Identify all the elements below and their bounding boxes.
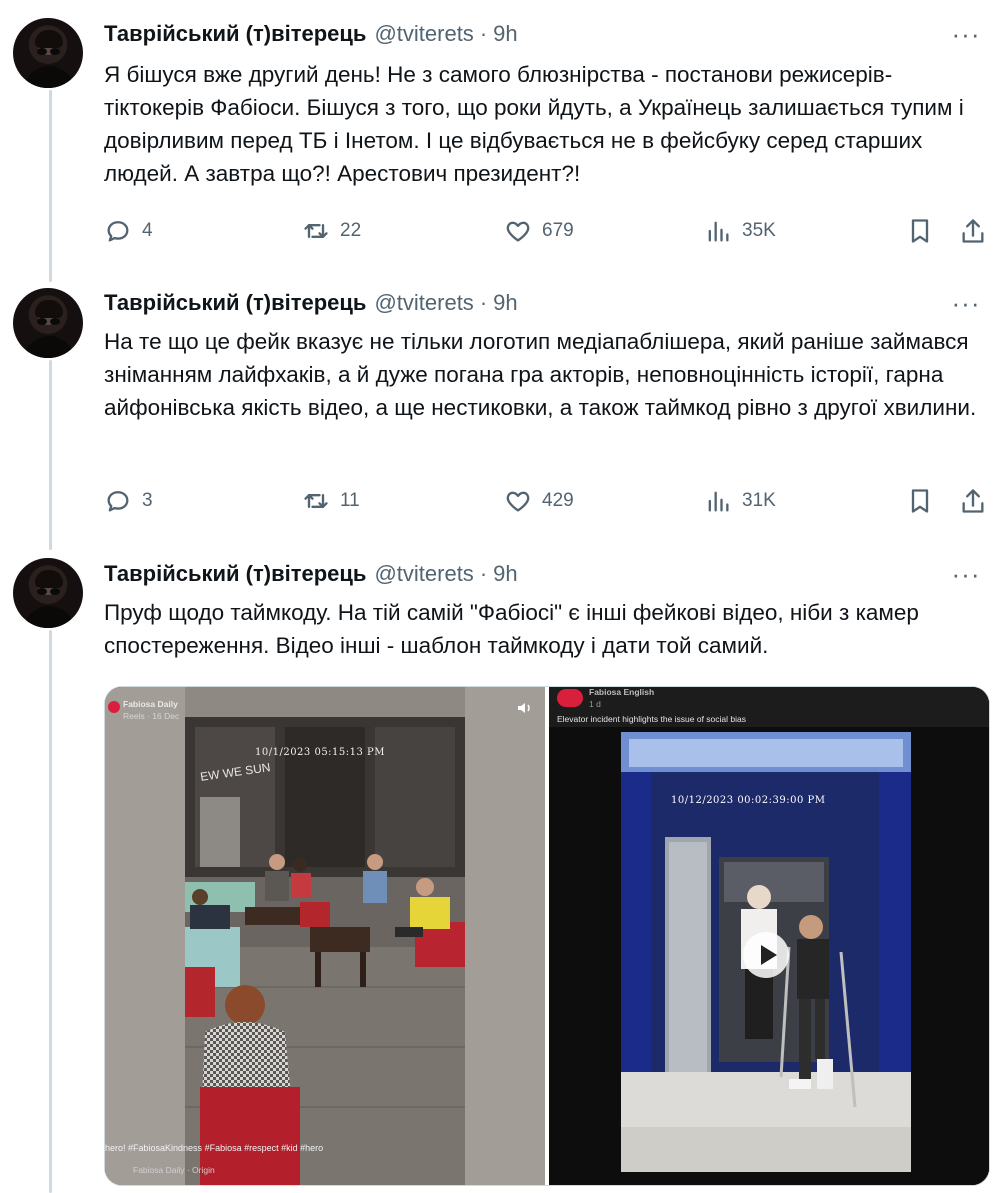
bookmark-icon (911, 489, 929, 513)
author-name[interactable]: Таврійський (т)вітерець (104, 561, 366, 587)
separator: · (479, 290, 488, 315)
share-button[interactable] (959, 481, 987, 521)
bookmark-button[interactable] (906, 211, 934, 251)
bookmark-icon (911, 219, 929, 243)
source-logo (557, 689, 583, 707)
like-count: 429 (542, 490, 574, 511)
like-button[interactable]: 679 (504, 211, 574, 251)
views-icon (708, 221, 729, 242)
views-icon (708, 491, 729, 512)
retweet-button[interactable]: 22 (302, 211, 361, 251)
volume-icon[interactable] (517, 701, 533, 715)
source-meta: 1 d (589, 699, 601, 709)
retweet-count: 11 (340, 490, 360, 511)
share-icon (962, 489, 984, 513)
views-button[interactable]: 35K (704, 211, 776, 251)
tweet-actions: 4 22 679 35K (104, 211, 992, 251)
bookmark-button[interactable] (906, 481, 934, 521)
retweet-icon (304, 494, 328, 508)
like-icon (506, 491, 530, 512)
retweet-icon (304, 224, 328, 238)
timestamp[interactable]: 9h (493, 21, 517, 47)
avatar[interactable] (13, 558, 83, 628)
reply-count: 4 (142, 220, 153, 241)
author-name[interactable]: Таврійський (т)вітерець (104, 290, 366, 316)
timestamp[interactable]: 9h (493, 290, 517, 316)
play-icon[interactable] (743, 932, 789, 978)
like-icon (506, 221, 530, 242)
author-handle[interactable]: @tviterets (374, 561, 473, 587)
author-name[interactable]: Таврійський (т)вітерець (104, 21, 366, 47)
tweet-actions: 3 11 429 31K (104, 481, 992, 521)
avatar[interactable] (13, 288, 83, 358)
reply-icon (107, 221, 129, 242)
source-meta: Reels · 16 Dec (123, 711, 180, 721)
reply-button[interactable]: 4 (104, 211, 153, 251)
source-page-name: Fabiosa English (589, 687, 655, 697)
tweet-header: Таврійський (т)вітерець @tviterets · 9h (104, 559, 518, 589)
timestamp[interactable]: 9h (493, 561, 517, 587)
source-page-name: Fabiosa Daily (123, 699, 178, 709)
views-count: 35K (742, 220, 776, 241)
video-timestamp: 10/12/2023 00:02:39:00 PM (671, 795, 826, 806)
like-count: 679 (542, 220, 574, 241)
media-grid: Fabiosa Daily Reels · 16 Dec 10/1/2023 0… (104, 686, 990, 1186)
separator: · (479, 21, 488, 46)
author-handle[interactable]: @tviterets (374, 290, 473, 316)
views-count: 31K (742, 490, 776, 511)
separator: · (479, 561, 488, 586)
author-handle[interactable]: @tviterets (374, 21, 473, 47)
source-logo (108, 701, 120, 713)
video-left[interactable]: Fabiosa Daily Reels · 16 Dec 10/1/2023 0… (105, 687, 545, 1185)
like-button[interactable]: 429 (504, 481, 574, 521)
video-headline: Elevator incident highlights the issue o… (557, 714, 746, 724)
tweet-header: Таврійський (т)вітерець @tviterets · 9h (104, 288, 518, 318)
video-timestamp: 10/1/2023 05:15:13 PM (255, 747, 386, 758)
retweet-count: 22 (340, 220, 362, 241)
tweet-header: Таврійський (т)вітерець @tviterets · 9h (104, 19, 518, 49)
thread-line (49, 360, 52, 550)
reply-button[interactable]: 3 (104, 481, 153, 521)
video-hashtags: hero! #FabiosaKindness #Fabiosa #respect… (105, 1143, 324, 1153)
more-icon[interactable]: ··· (946, 559, 986, 589)
views-button[interactable]: 31K (704, 481, 776, 521)
audio-credit: Fabiosa Daily · Origin (133, 1165, 215, 1175)
reply-count: 3 (142, 490, 153, 511)
video-right[interactable]: Fabiosa English 1 d Elevator incident hi… (549, 687, 989, 1185)
tweet-text: На те що це фейк вказує не тільки логоти… (104, 329, 977, 420)
share-icon (962, 219, 984, 243)
reply-icon (107, 491, 129, 512)
avatar[interactable] (13, 18, 83, 88)
more-icon[interactable]: ··· (946, 288, 986, 318)
share-button[interactable] (959, 211, 987, 251)
thread-line (49, 630, 52, 1193)
tweet-text: Пруф щодо таймкоду. На тій самій "Фабіос… (104, 600, 919, 658)
thread-line (49, 90, 52, 282)
office-scene-image (105, 687, 545, 1185)
retweet-button[interactable]: 11 (302, 481, 360, 521)
tweet-text: Я бішуся вже другий день! Не з самого бл… (104, 62, 964, 186)
more-icon[interactable]: ··· (946, 19, 986, 49)
